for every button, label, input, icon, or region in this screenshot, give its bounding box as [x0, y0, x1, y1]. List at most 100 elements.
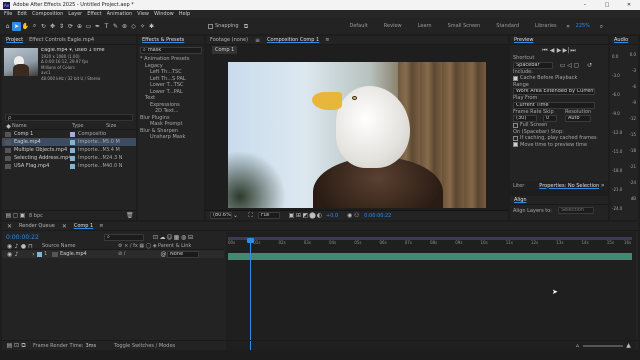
tab-effect-controls[interactable]: Effect Controls Eagle.mp4: [29, 37, 94, 43]
rectangle-tool-icon[interactable]: ▭: [84, 22, 93, 31]
tab-audio[interactable]: Audio: [614, 37, 628, 43]
panel-expand-icon[interactable]: »: [599, 182, 606, 189]
expand-layer-icon[interactable]: ›: [30, 251, 37, 258]
playhead[interactable]: [247, 238, 255, 350]
menu-effect[interactable]: Effect: [87, 11, 101, 17]
maximize-button[interactable]: □: [596, 2, 618, 8]
draft-3d-icon[interactable]: ☁: [159, 234, 166, 241]
render-time-icon[interactable]: ▤: [6, 342, 13, 349]
menu-file[interactable]: File: [4, 11, 12, 17]
comp-mini-flowchart-icon[interactable]: ⊡: [152, 234, 159, 241]
item-label-color[interactable]: [70, 139, 75, 145]
new-comp-icon[interactable]: ▣: [19, 212, 26, 219]
item-label-color[interactable]: [70, 163, 75, 169]
project-item[interactable]: Multiple Objects.mp4 Importe...MEX3.4 M: [2, 146, 136, 154]
magnification-dropdown[interactable]: (80.6%): [210, 212, 232, 219]
shortcut-dropdown[interactable]: Spacebar: [513, 61, 553, 69]
tab-project[interactable]: Project: [6, 37, 23, 43]
prev-frame-icon[interactable]: ◀: [549, 47, 556, 54]
snapshot-icon[interactable]: ◉: [346, 212, 353, 219]
align-to-dropdown[interactable]: Selection: [557, 207, 594, 214]
orbit-tool-icon[interactable]: ↻: [39, 22, 48, 31]
video-toggle-icon[interactable]: ▭: [559, 62, 566, 69]
if-caching-checkbox[interactable]: [513, 135, 518, 141]
frame-blending-icon[interactable]: ▦: [173, 234, 180, 241]
workspace-more-icon[interactable]: »: [565, 23, 572, 30]
comp-chip[interactable]: Comp 1: [212, 45, 238, 54]
clone-tool-icon[interactable]: ⊛: [120, 22, 129, 31]
motion-blur-icon[interactable]: ◍: [180, 234, 187, 241]
menu-composition[interactable]: Composition: [32, 11, 63, 17]
type-tool-icon[interactable]: T: [102, 22, 111, 31]
move-time-checkbox[interactable]: [513, 142, 518, 148]
selection-tool-icon[interactable]: ➤: [12, 21, 21, 31]
shy-icon[interactable]: ☺: [166, 234, 173, 241]
home-icon[interactable]: ⌂: [3, 22, 12, 31]
chevron-down-icon[interactable]: ⌄: [232, 212, 239, 219]
menu-layer[interactable]: Layer: [68, 11, 82, 17]
zoom-in-icon[interactable]: ▲: [625, 342, 632, 349]
overlay-toggle-icon[interactable]: ▢: [573, 62, 580, 69]
tab-preview[interactable]: Preview: [514, 37, 533, 43]
close-button[interactable]: ✕: [618, 2, 640, 8]
resolution-dropdown[interactable]: Full: [258, 212, 280, 219]
layer-duration-bar[interactable]: [228, 253, 632, 260]
panel-close-icon[interactable]: ✕: [6, 223, 13, 230]
zoom-out-icon[interactable]: ▵: [574, 342, 581, 349]
grid-icon[interactable]: ⊞: [295, 212, 302, 219]
exposure-value[interactable]: +0.0: [326, 213, 338, 219]
rotate-tool-icon[interactable]: ⟳: [66, 22, 75, 31]
last-frame-icon[interactable]: ⏭: [570, 47, 577, 54]
effects-tree-item[interactable]: Unsharp Mask: [140, 134, 204, 141]
col-name[interactable]: Name: [12, 123, 72, 129]
layer-label-color[interactable]: [37, 251, 42, 257]
comp-tab-menu-icon[interactable]: ≡: [99, 223, 103, 229]
in-out-toggle-icon[interactable]: ⧉: [20, 342, 27, 349]
cache-checkbox[interactable]: [513, 75, 518, 81]
layer-row[interactable]: ◉ ♪ › 1 Eagle.mp4 ⊘ / @ None: [2, 250, 224, 258]
menu-help[interactable]: Help: [179, 11, 190, 17]
lock-icon[interactable]: ≡: [254, 37, 261, 44]
comp-close-icon[interactable]: ✕: [61, 223, 68, 230]
viewer-timecode[interactable]: 0:00:00:22: [364, 213, 391, 219]
full-screen-checkbox[interactable]: [513, 122, 518, 128]
item-label-color[interactable]: [70, 147, 75, 153]
search-icon[interactable]: ⌕: [598, 23, 605, 30]
tab-properties[interactable]: Properties: No Selection: [539, 183, 599, 189]
menu-animation[interactable]: Animation: [107, 11, 133, 17]
eye-icon[interactable]: ◉: [6, 251, 13, 258]
tab-align[interactable]: Align: [514, 197, 527, 203]
interpret-footage-icon[interactable]: ▤: [5, 212, 12, 219]
anchor-tool-icon[interactable]: ⊕: [75, 22, 84, 31]
skip-dropdown[interactable]: 0: [543, 115, 557, 122]
pan-tool-icon[interactable]: ✥: [48, 22, 57, 31]
next-frame-icon[interactable]: ▶|: [563, 47, 570, 54]
menu-view[interactable]: View: [137, 11, 149, 17]
hand-tool-icon[interactable]: ✋: [21, 22, 30, 31]
reset-icon[interactable]: ↺: [586, 62, 593, 69]
frame-rate-dropdown[interactable]: (30): [513, 115, 537, 122]
mask-icon[interactable]: ◩: [302, 212, 309, 219]
col-source-name[interactable]: Source Name: [42, 243, 118, 249]
project-search-icon[interactable]: ρ: [6, 115, 11, 121]
workspace-standard[interactable]: Standard: [496, 23, 519, 29]
menu-edit[interactable]: Edit: [17, 11, 27, 17]
col-parent-link[interactable]: Parent & Link: [158, 243, 191, 249]
brush-tool-icon[interactable]: ✎: [111, 22, 120, 31]
delete-icon[interactable]: 🗑: [126, 212, 134, 219]
toggle-switches-modes[interactable]: Toggle Switches / Modes: [114, 343, 175, 349]
time-ruler[interactable]: 00s 01s 02s 03s 04s 05s 06s 07s 08s 09s 10s 11s 12s 1…: [226, 240, 636, 248]
tab-footage[interactable]: Footage (none): [210, 37, 248, 43]
workspace-default[interactable]: Default: [350, 23, 368, 29]
project-item[interactable]: Comp 1 Composition: [2, 130, 136, 138]
zoom-level[interactable]: 225%: [576, 23, 590, 29]
puppet-tool-icon[interactable]: ✱: [147, 22, 156, 31]
tab-menu-icon[interactable]: ≡: [325, 37, 329, 43]
layer-switches-toggle-icon[interactable]: ⊡: [13, 342, 20, 349]
new-folder-icon[interactable]: ▢: [12, 212, 19, 219]
tab-composition[interactable]: Composition Comp 1: [267, 37, 319, 43]
color-icon[interactable]: ◐: [316, 212, 323, 219]
roto-tool-icon[interactable]: ✧: [138, 22, 147, 31]
item-label-color[interactable]: [70, 131, 75, 137]
parent-dropdown[interactable]: None: [167, 250, 199, 258]
